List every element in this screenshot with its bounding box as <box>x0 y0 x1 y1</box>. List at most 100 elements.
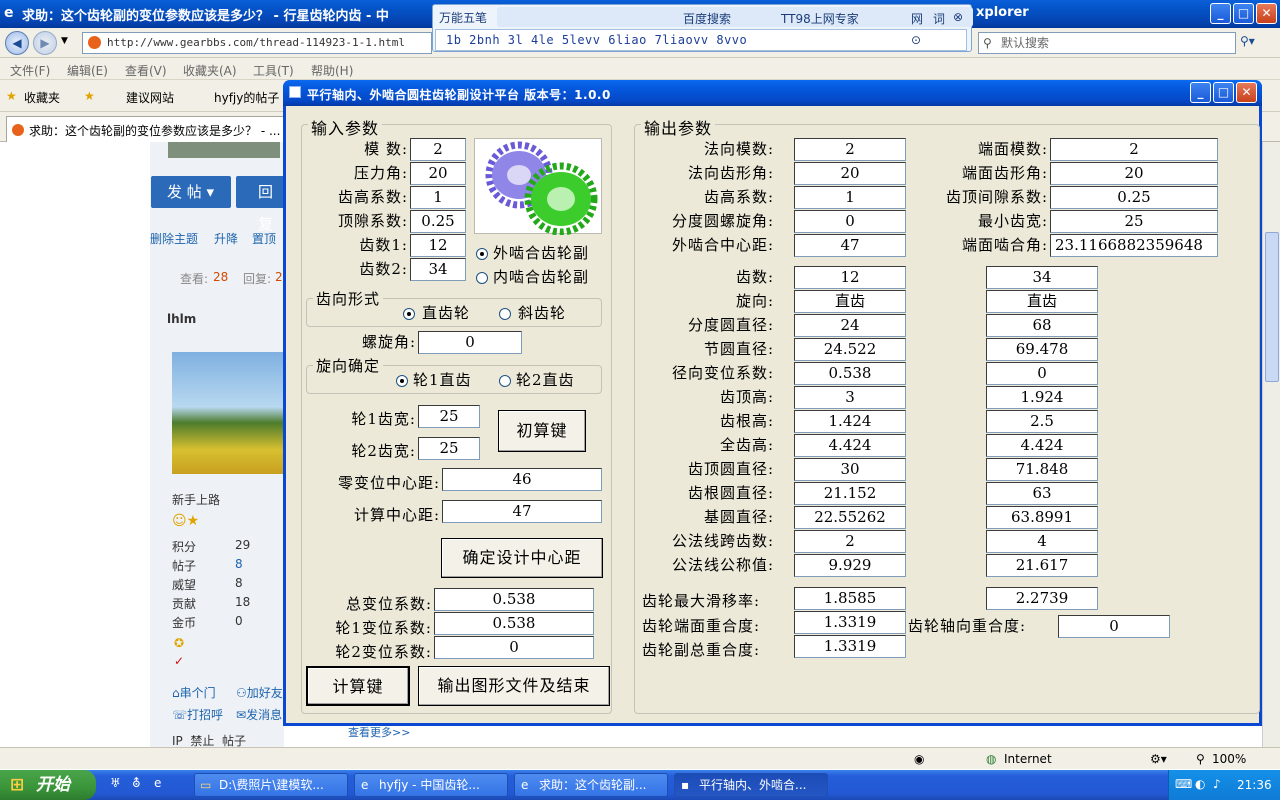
teeth2-input[interactable]: 34 <box>410 258 466 281</box>
ime-page-icon[interactable]: ⊙ <box>911 33 921 47</box>
gear1-value[interactable]: 直齿 <box>794 290 906 313</box>
app-minimize-button[interactable]: _ <box>1190 82 1211 103</box>
address-input[interactable]: http://www.gearbbs.com/thread-114923-1-1… <box>82 32 432 54</box>
gear2-value[interactable]: 2.5 <box>986 410 1098 433</box>
confirm-center-button[interactable]: 确定设计中心距 <box>441 538 603 578</box>
task-folder[interactable]: ▭ D:\费照片\建模软... <box>194 773 348 797</box>
gear2-value[interactable]: 21.617 <box>986 554 1098 577</box>
gear2-value[interactable]: 69.478 <box>986 338 1098 361</box>
ime-candidates[interactable]: 1b 2bnh 3l 4le 5levv 6liao 7liaovv 8vvo <box>435 29 967 51</box>
external-mesh-radio[interactable] <box>476 248 488 260</box>
new-post-button[interactable]: 发 帖 ▾ <box>151 176 231 208</box>
transverse-module-value[interactable]: 2 <box>1050 138 1218 161</box>
shift1-input[interactable]: 0.538 <box>434 612 594 635</box>
ime-tab-word[interactable]: 词 <box>933 10 945 27</box>
app-system-icon[interactable] <box>289 86 301 98</box>
normal-pressure-value[interactable]: 20 <box>794 162 906 185</box>
gear2-value[interactable]: 63.8991 <box>986 506 1098 529</box>
helical-gear-label[interactable]: 斜齿轮 <box>518 302 566 323</box>
menu-file[interactable]: 文件(F) <box>10 62 50 79</box>
gear1-value[interactable]: 24 <box>794 314 906 337</box>
gear1-value[interactable]: 4.424 <box>794 434 906 457</box>
gear2-value[interactable]: 34 <box>986 266 1098 289</box>
normal-module-value[interactable]: 2 <box>794 138 906 161</box>
hand1-label[interactable]: 轮1直齿 <box>413 369 472 390</box>
greet-link[interactable]: ☏打招呼 <box>172 706 223 723</box>
gear2-value[interactable]: 71.848 <box>986 458 1098 481</box>
gear1-value[interactable]: 1.424 <box>794 410 906 433</box>
search-input[interactable]: ⚲ 默认搜索 <box>978 32 1236 54</box>
hand2-label[interactable]: 轮2直齿 <box>516 369 575 390</box>
keyboard-icon[interactable]: ⌨ <box>1175 777 1192 791</box>
volume-icon[interactable]: ♪ <box>1213 777 1221 791</box>
gear1-value[interactable]: 12 <box>794 266 906 289</box>
zero-shift-center-input[interactable]: 46 <box>442 468 602 491</box>
app-maximize-button[interactable]: □ <box>1213 82 1234 103</box>
quicklaunch-icon-1[interactable]: ♅ <box>110 776 121 790</box>
page-scrollbar[interactable] <box>1262 142 1280 747</box>
menu-view[interactable]: 查看(V) <box>125 62 167 79</box>
add-favorite-icon[interactable]: ★ <box>84 89 95 103</box>
minimize-button[interactable]: _ <box>1210 3 1231 24</box>
menu-help[interactable]: 帮助(H) <box>311 62 353 79</box>
working-pressure-value[interactable]: 23.1166882359648 <box>1050 234 1218 257</box>
module-input[interactable]: 2 <box>410 138 466 161</box>
gear1-value[interactable]: 24.522 <box>794 338 906 361</box>
task-ie-hyfjy[interactable]: e hyfjy - 中国齿轮... <box>354 773 508 797</box>
face-width1-input[interactable]: 25 <box>418 405 480 428</box>
teeth1-input[interactable]: 12 <box>410 234 466 257</box>
calc-center-input[interactable]: 47 <box>442 500 602 523</box>
gear2-value[interactable]: 4.424 <box>986 434 1098 457</box>
clearance-coef-input[interactable]: 0.25 <box>410 210 466 233</box>
gear1-value[interactable]: 9.929 <box>794 554 906 577</box>
max-slip-gear2-value[interactable]: 2.2739 <box>986 587 1098 610</box>
fav-link-hyfjy[interactable]: hyfjy的帖子 <box>214 89 279 106</box>
username[interactable]: lhlm <box>167 312 196 326</box>
gear1-value[interactable]: 30 <box>794 458 906 481</box>
spur-gear-label[interactable]: 直齿轮 <box>422 302 470 323</box>
shift2-input[interactable]: 0 <box>434 636 594 659</box>
delete-thread-link[interactable]: 删除主题 <box>150 230 198 247</box>
app-close-button[interactable]: ✕ <box>1236 82 1257 103</box>
ref-helix-angle-value[interactable]: 0 <box>794 210 906 233</box>
view-more-link[interactable]: 查看更多>> <box>348 724 410 740</box>
gear2-value[interactable]: 68 <box>986 314 1098 337</box>
visit-link[interactable]: ⌂串个门 <box>172 684 216 701</box>
task-gear-app[interactable]: ▪ 平行轴内、外啮合... <box>674 773 828 797</box>
internal-mesh-radio[interactable] <box>476 272 488 284</box>
helix-angle-input[interactable]: 0 <box>418 331 522 354</box>
ime-close-icon[interactable]: ⊗ <box>953 10 963 24</box>
sticky-link[interactable]: 置顶 <box>252 230 276 247</box>
initial-calc-button[interactable]: 初算键 <box>498 410 586 452</box>
back-button[interactable]: ◀ <box>5 31 29 55</box>
reply-button[interactable]: 回复 <box>236 176 286 233</box>
gear2-value[interactable]: 63 <box>986 482 1098 505</box>
quicklaunch-ie-icon[interactable]: e <box>154 776 161 790</box>
gear1-value[interactable]: 3 <box>794 386 906 409</box>
protected-mode-icon[interactable]: ⚙▾ <box>1150 752 1167 766</box>
min-face-width-value[interactable]: 25 <box>1050 210 1218 233</box>
helical-gear-radio[interactable] <box>499 308 511 320</box>
favorites-button[interactable]: 收藏夹 <box>24 89 60 106</box>
gear2-value[interactable]: 直齿 <box>986 290 1098 313</box>
clock[interactable]: 21:36 <box>1237 778 1272 792</box>
external-center-value[interactable]: 47 <box>794 234 906 257</box>
gear1-value[interactable]: 21.152 <box>794 482 906 505</box>
avatar[interactable] <box>172 352 284 474</box>
axial-contact-value[interactable]: 0 <box>1058 615 1170 638</box>
external-mesh-label[interactable]: 外啮合齿轮副 <box>493 242 589 263</box>
close-button[interactable]: ✕ <box>1256 3 1277 24</box>
quicklaunch-icon-2[interactable]: ⛢ <box>132 776 141 790</box>
stat-value[interactable]: 8 <box>235 557 243 571</box>
gear1-value[interactable]: 0.538 <box>794 362 906 385</box>
menu-favorites[interactable]: 收藏夹(A) <box>183 62 237 79</box>
browser-tab[interactable]: 求助：这个齿轮副的变位参数应该是多少？ - ... <box>6 116 286 142</box>
pressure-angle-input[interactable]: 20 <box>410 162 466 185</box>
tray-icon-1[interactable]: ◐ <box>1195 777 1205 791</box>
scrollbar-thumb[interactable] <box>1265 232 1279 382</box>
face-width2-input[interactable]: 25 <box>418 437 480 460</box>
spur-gear-radio[interactable] <box>403 308 415 320</box>
total-contact-value[interactable]: 1.3319 <box>794 635 906 658</box>
search-go-icon[interactable]: ⚲▾ <box>1240 34 1255 48</box>
menu-edit[interactable]: 编辑(E) <box>67 62 108 79</box>
